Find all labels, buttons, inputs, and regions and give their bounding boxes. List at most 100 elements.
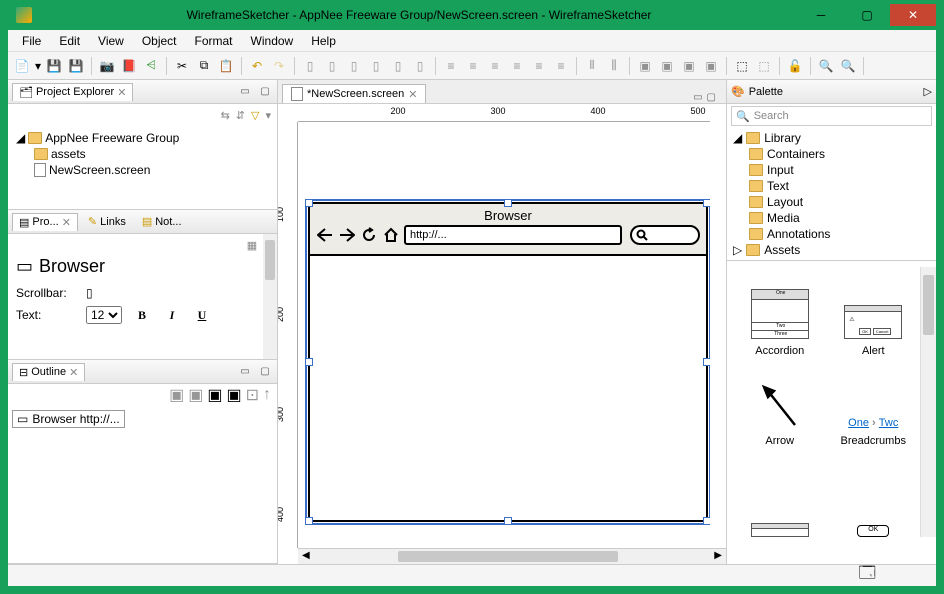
outline-btn-1[interactable]: ▣ (169, 385, 184, 405)
underline-button[interactable]: U (192, 308, 212, 323)
palette-item-alert[interactable]: ⚠ OKCancel Alert (827, 267, 921, 357)
scroll-left-icon[interactable]: ◀ (302, 550, 310, 561)
minimize-panel-icon[interactable]: ▭ (237, 84, 253, 100)
perspective-icon[interactable]: 🗔 (859, 562, 876, 589)
palette-item-breadcrumbs[interactable]: One › Twc Breadcrumbs (827, 357, 921, 447)
text-size-select[interactable]: 12 (86, 306, 122, 324)
menu-edit[interactable]: Edit (51, 32, 88, 50)
palette-library[interactable]: ◢ Library (731, 130, 932, 146)
palette-item-accordion[interactable]: One Two Three Accordion (733, 267, 827, 357)
lock-icon[interactable]: 🔓 (785, 56, 805, 76)
align-right-icon[interactable]: ≡ (485, 56, 505, 76)
menu-icon[interactable]: ▾ (265, 109, 271, 122)
maximize-panel-icon[interactable]: ▢ (257, 84, 273, 100)
menu-format[interactable]: Format (187, 32, 241, 50)
align-3-icon[interactable]: ▯ (344, 56, 364, 76)
dropdown-icon[interactable]: ▾ (34, 56, 42, 76)
close-icon[interactable]: ✕ (117, 86, 126, 99)
collapse-icon[interactable]: ⇆ (221, 109, 230, 122)
resize-handle[interactable] (703, 517, 710, 525)
redo-icon[interactable]: ↷ (269, 56, 289, 76)
maximize-button[interactable]: ▢ (844, 4, 890, 26)
close-icon[interactable]: ✕ (408, 88, 417, 101)
menu-file[interactable]: File (14, 32, 49, 50)
outline-btn-3[interactable]: ▣ (207, 385, 222, 405)
close-icon[interactable]: ✕ (62, 216, 71, 229)
outline-btn-6[interactable]: ↑ (263, 386, 271, 404)
save-all-icon[interactable]: 💾 (66, 56, 86, 76)
expand-arrow-icon[interactable]: ▷ (733, 243, 742, 257)
outline-tab[interactable]: ⊟ Outline ✕ (12, 363, 85, 381)
resize-handle[interactable] (703, 358, 710, 366)
align-bot-icon[interactable]: ≡ (551, 56, 571, 76)
align-1-icon[interactable]: ▯ (300, 56, 320, 76)
pdf-icon[interactable]: 📕 (119, 56, 139, 76)
palette-cat-text[interactable]: Text (747, 178, 932, 194)
properties-tab[interactable]: ▤ Pro... ✕ (12, 213, 78, 231)
palette-cat-layout[interactable]: Layout (747, 194, 932, 210)
palette-cat-input[interactable]: Input (747, 162, 932, 178)
outline-item[interactable]: ▭ Browser http://... (12, 410, 125, 428)
palette-cat-annotations[interactable]: Annotations (747, 226, 932, 242)
new-icon[interactable]: 📄 (12, 56, 32, 76)
outline-btn-4[interactable]: ▣ (226, 385, 241, 405)
menu-view[interactable]: View (90, 32, 132, 50)
project-explorer-tab[interactable]: 🗂 Project Explorer ✕ (12, 83, 133, 101)
cut-icon[interactable]: ✂ (172, 56, 192, 76)
zoom-in-icon[interactable]: 🔍 (816, 56, 836, 76)
filter-icon[interactable]: ▽ (251, 109, 259, 122)
project-tree[interactable]: ◢ AppNee Freeware Group assets New (12, 130, 273, 178)
scroll-right-icon[interactable]: ▶ (714, 550, 722, 561)
scrollbar-thumb[interactable] (398, 551, 618, 562)
align-mid-icon[interactable]: ≡ (529, 56, 549, 76)
italic-button[interactable]: I (162, 308, 182, 323)
links-tab[interactable]: ✎ Links (82, 213, 132, 230)
minimize-editor-icon[interactable]: ▭ (693, 92, 702, 103)
order-3-icon[interactable]: ▣ (679, 56, 699, 76)
undo-icon[interactable]: ↶ (247, 56, 267, 76)
menu-help[interactable]: Help (303, 32, 344, 50)
palette-tree[interactable]: ◢ Library Containers Input Text Layout M… (727, 128, 936, 260)
palette-search[interactable]: 🔍 Search (731, 106, 932, 126)
align-4-icon[interactable]: ▯ (366, 56, 386, 76)
copy-icon[interactable]: ⧉ (194, 56, 214, 76)
palette-cat-media[interactable]: Media (747, 210, 932, 226)
align-center-icon[interactable]: ≡ (463, 56, 483, 76)
align-2-icon[interactable]: ▯ (322, 56, 342, 76)
palette-item-arrow[interactable]: Arrow (733, 357, 827, 447)
resize-handle[interactable] (504, 517, 512, 525)
order-2-icon[interactable]: ▣ (657, 56, 677, 76)
menu-object[interactable]: Object (134, 32, 185, 50)
align-top-icon[interactable]: ≡ (507, 56, 527, 76)
resize-handle[interactable] (305, 358, 313, 366)
palette-item-partial[interactable] (733, 447, 827, 537)
outline-btn-5[interactable]: ⊡ (246, 385, 259, 405)
collapse-arrow-icon[interactable]: ◢ (16, 131, 25, 145)
collapse-palette-icon[interactable]: ▷ (924, 85, 932, 98)
close-button[interactable]: ✕ (890, 4, 936, 26)
properties-scrollbar[interactable] (263, 234, 277, 359)
minimize-button[interactable]: ─ (798, 4, 844, 26)
save-icon[interactable]: 💾 (44, 56, 64, 76)
resize-handle[interactable] (305, 199, 313, 207)
camera-icon[interactable]: 📷 (97, 56, 117, 76)
palette-item-partial-2[interactable]: OK (827, 447, 921, 537)
dist-h-icon[interactable]: ⫴ (582, 56, 602, 76)
resize-handle[interactable] (703, 199, 710, 207)
editor-tab-newscreen[interactable]: *NewScreen.screen ✕ (282, 84, 426, 103)
tree-root[interactable]: ◢ AppNee Freeware Group (12, 130, 273, 146)
collapse-arrow-icon[interactable]: ◢ (733, 131, 742, 145)
group-icon[interactable]: ⬚ (732, 56, 752, 76)
maximize-editor-icon[interactable]: ▢ (707, 92, 716, 103)
bold-button[interactable]: B (132, 308, 152, 323)
minimize-panel-icon[interactable]: ▭ (237, 364, 253, 380)
palette-cat-containers[interactable]: Containers (747, 146, 932, 162)
palette-scrollbar[interactable] (920, 267, 936, 537)
ungroup-icon[interactable]: ⬚ (754, 56, 774, 76)
share-icon[interactable]: ⩤ (141, 56, 161, 76)
dist-v-icon[interactable]: ⫼ (604, 56, 624, 76)
paste-icon[interactable]: 📋 (216, 56, 236, 76)
maximize-panel-icon[interactable]: ▢ (257, 364, 273, 380)
horizontal-scrollbar[interactable]: ◀ ▶ (298, 548, 726, 564)
browser-widget[interactable]: Browser http://... (308, 202, 708, 522)
